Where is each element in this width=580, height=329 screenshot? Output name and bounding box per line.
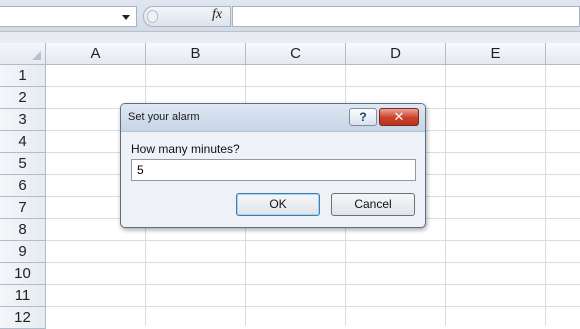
- ribbon-gap: [0, 32, 580, 43]
- formula-bar: fx: [0, 0, 580, 32]
- dialog-title: Set your alarm: [128, 111, 200, 123]
- row-header-5[interactable]: 5: [0, 153, 46, 175]
- name-box-dropdown-icon[interactable]: [122, 15, 130, 20]
- row-header-10[interactable]: 10: [0, 263, 46, 285]
- row-header-9[interactable]: 9: [0, 241, 46, 263]
- insert-function-icon[interactable]: fx: [212, 7, 222, 23]
- formula-bar-grip-icon[interactable]: [147, 10, 158, 23]
- help-button[interactable]: ?: [349, 108, 377, 126]
- row-header-7[interactable]: 7: [0, 197, 46, 219]
- column-header-partial[interactable]: [546, 43, 580, 65]
- prompt-label: How many minutes?: [131, 142, 240, 156]
- column-header-d[interactable]: D: [346, 43, 446, 65]
- row-header-4[interactable]: 4: [0, 131, 46, 153]
- column-header-a[interactable]: A: [46, 43, 146, 65]
- row-header-11[interactable]: 11: [0, 285, 46, 307]
- row-header-3[interactable]: 3: [0, 109, 46, 131]
- dialog-titlebar[interactable]: Set your alarm ? ✕: [121, 104, 425, 132]
- row-header-8[interactable]: 8: [0, 219, 46, 241]
- select-all-icon: [32, 51, 41, 60]
- name-box[interactable]: [0, 6, 137, 27]
- input-dialog: Set your alarm ? ✕ How many minutes? 5 O…: [120, 103, 426, 228]
- cancel-button[interactable]: Cancel: [331, 193, 415, 216]
- column-header-b[interactable]: B: [146, 43, 246, 65]
- close-button[interactable]: ✕: [379, 108, 419, 126]
- column-header-c[interactable]: C: [246, 43, 346, 65]
- ok-button[interactable]: OK: [236, 193, 320, 216]
- row-header-1[interactable]: 1: [0, 65, 46, 87]
- column-header-e[interactable]: E: [446, 43, 546, 65]
- select-all-corner[interactable]: [0, 43, 46, 65]
- minutes-input[interactable]: 5: [131, 159, 416, 181]
- row-header-2[interactable]: 2: [0, 87, 46, 109]
- row-header-6[interactable]: 6: [0, 175, 46, 197]
- formula-input[interactable]: [232, 6, 580, 27]
